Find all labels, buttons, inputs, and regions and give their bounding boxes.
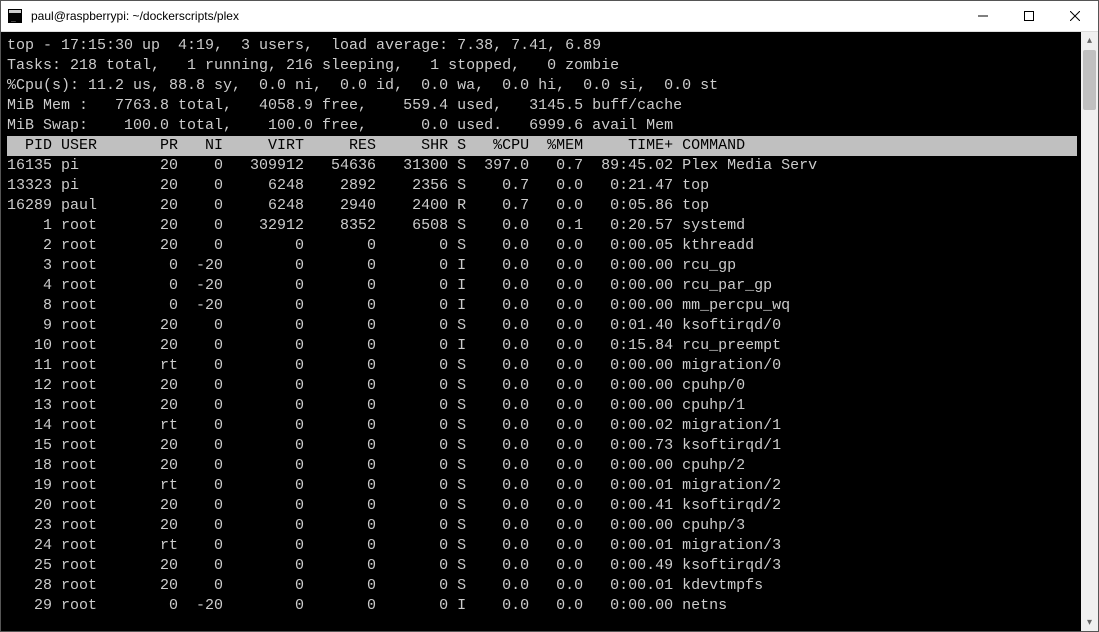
process-row: 24 root rt 0 0 0 0 S 0.0 0.0 0:00.01 mig… <box>7 536 1077 556</box>
summary-uptime: top - 17:15:30 up 4:19, 3 users, load av… <box>7 36 1077 56</box>
process-row: 1 root 20 0 32912 8352 6508 S 0.0 0.1 0:… <box>7 216 1077 236</box>
process-row: 4 root 0 -20 0 0 0 I 0.0 0.0 0:00.00 rcu… <box>7 276 1077 296</box>
minimize-button[interactable] <box>960 1 1006 31</box>
titlebar[interactable]: _ paul@raspberrypi: ~/dockerscripts/plex <box>1 1 1098 32</box>
window-controls <box>960 1 1098 31</box>
client-area: top - 17:15:30 up 4:19, 3 users, load av… <box>1 32 1098 631</box>
scroll-down-button[interactable]: ▾ <box>1081 614 1098 631</box>
process-row: 13323 pi 20 0 6248 2892 2356 S 0.7 0.0 0… <box>7 176 1077 196</box>
maximize-button[interactable] <box>1006 1 1052 31</box>
window-title: paul@raspberrypi: ~/dockerscripts/plex <box>29 9 960 23</box>
terminal-output[interactable]: top - 17:15:30 up 4:19, 3 users, load av… <box>1 32 1081 631</box>
process-row: 28 root 20 0 0 0 0 S 0.0 0.0 0:00.01 kde… <box>7 576 1077 596</box>
process-table-header: PID USER PR NI VIRT RES SHR S %CPU %MEM … <box>7 136 1077 156</box>
process-row: 10 root 20 0 0 0 0 I 0.0 0.0 0:15.84 rcu… <box>7 336 1077 356</box>
app-icon: _ <box>7 8 23 24</box>
process-row: 19 root rt 0 0 0 0 S 0.0 0.0 0:00.01 mig… <box>7 476 1077 496</box>
summary-tasks: Tasks: 218 total, 1 running, 216 sleepin… <box>7 56 1077 76</box>
summary-mem: MiB Mem : 7763.8 total, 4058.9 free, 559… <box>7 96 1077 116</box>
summary-swap: MiB Swap: 100.0 total, 100.0 free, 0.0 u… <box>7 116 1077 136</box>
process-row: 3 root 0 -20 0 0 0 I 0.0 0.0 0:00.00 rcu… <box>7 256 1077 276</box>
scroll-thumb[interactable] <box>1083 50 1096 110</box>
close-button[interactable] <box>1052 1 1098 31</box>
process-row: 29 root 0 -20 0 0 0 I 0.0 0.0 0:00.00 ne… <box>7 596 1077 616</box>
process-row: 23 root 20 0 0 0 0 S 0.0 0.0 0:00.00 cpu… <box>7 516 1077 536</box>
process-row: 20 root 20 0 0 0 0 S 0.0 0.0 0:00.41 kso… <box>7 496 1077 516</box>
summary-cpu: %Cpu(s): 11.2 us, 88.8 sy, 0.0 ni, 0.0 i… <box>7 76 1077 96</box>
process-row: 16135 pi 20 0 309912 54636 31300 S 397.0… <box>7 156 1077 176</box>
process-row: 15 root 20 0 0 0 0 S 0.0 0.0 0:00.73 kso… <box>7 436 1077 456</box>
process-row: 18 root 20 0 0 0 0 S 0.0 0.0 0:00.00 cpu… <box>7 456 1077 476</box>
process-row: 12 root 20 0 0 0 0 S 0.0 0.0 0:00.00 cpu… <box>7 376 1077 396</box>
terminal-window: _ paul@raspberrypi: ~/dockerscripts/plex… <box>0 0 1099 632</box>
process-row: 9 root 20 0 0 0 0 S 0.0 0.0 0:01.40 ksof… <box>7 316 1077 336</box>
process-row: 11 root rt 0 0 0 0 S 0.0 0.0 0:00.00 mig… <box>7 356 1077 376</box>
process-row: 14 root rt 0 0 0 0 S 0.0 0.0 0:00.02 mig… <box>7 416 1077 436</box>
vertical-scrollbar[interactable]: ▴ ▾ <box>1081 32 1098 631</box>
process-row: 25 root 20 0 0 0 0 S 0.0 0.0 0:00.49 kso… <box>7 556 1077 576</box>
process-row: 16289 paul 20 0 6248 2940 2400 R 0.7 0.0… <box>7 196 1077 216</box>
svg-text:_: _ <box>11 13 16 22</box>
process-row: 13 root 20 0 0 0 0 S 0.0 0.0 0:00.00 cpu… <box>7 396 1077 416</box>
scroll-up-button[interactable]: ▴ <box>1081 32 1098 49</box>
process-row: 2 root 20 0 0 0 0 S 0.0 0.0 0:00.05 kthr… <box>7 236 1077 256</box>
process-row: 8 root 0 -20 0 0 0 I 0.0 0.0 0:00.00 mm_… <box>7 296 1077 316</box>
